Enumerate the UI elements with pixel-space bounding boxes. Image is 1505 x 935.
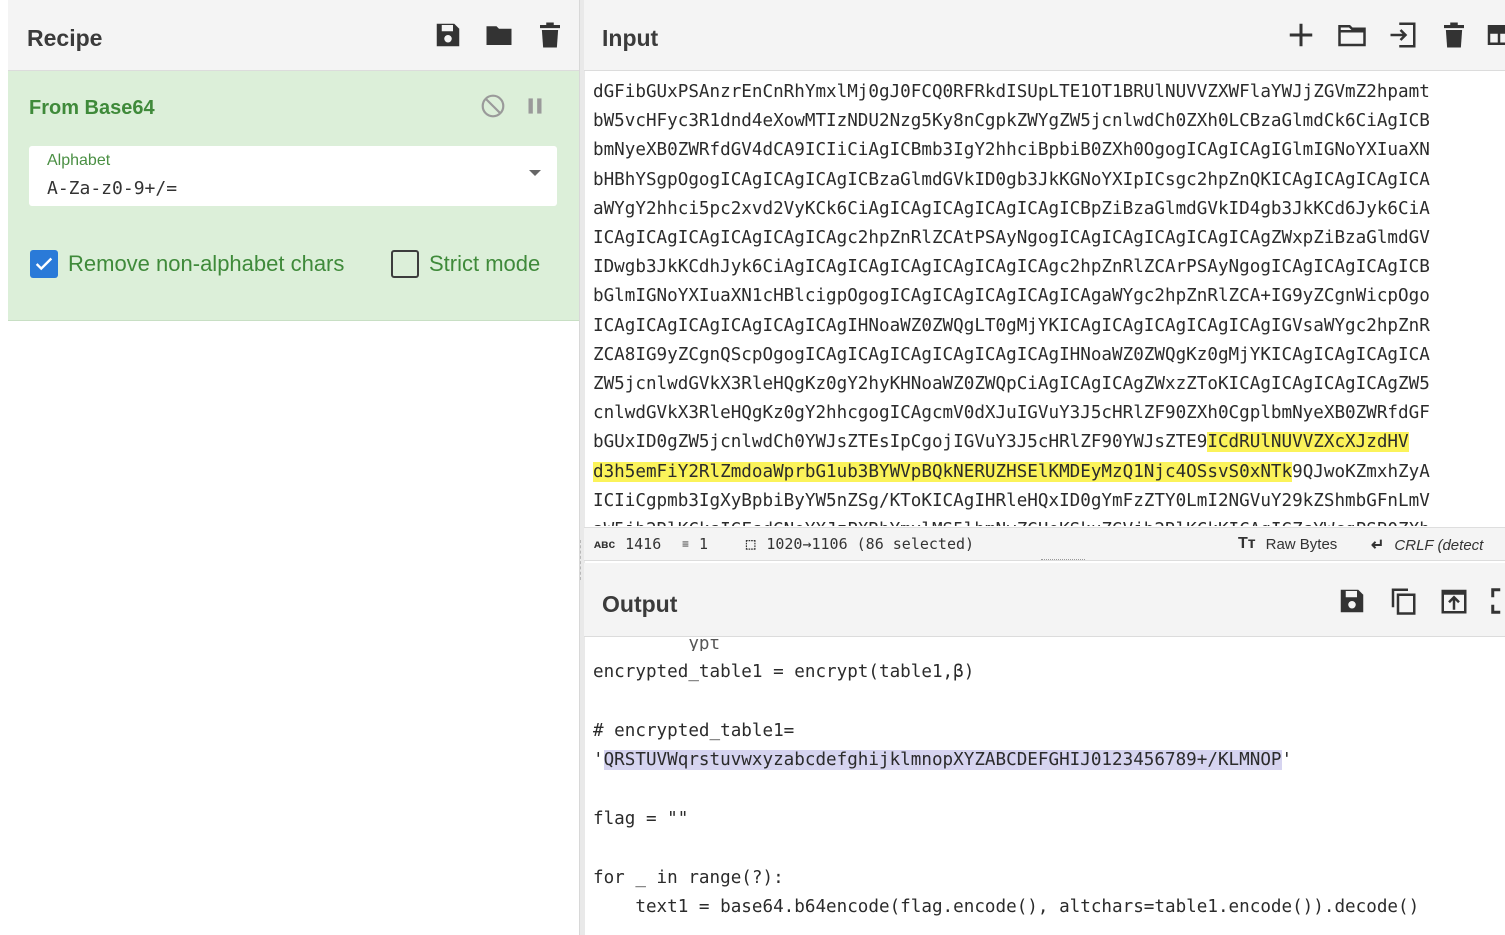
text-format-icon: Tт xyxy=(1238,535,1256,552)
input-panel: Input dGFibGUxPSAnzrEnCnRhYmxlMj0gJ0FCQ0… xyxy=(584,0,1505,561)
from-base64-operation: From Base64 Alphabet A-Za-z0-9+/= Remove… xyxy=(8,71,579,321)
alphabet-label: Alphabet xyxy=(47,152,111,169)
recipe-title: Recipe xyxy=(27,25,103,51)
input-line: ICAgICAgICAgICAgICAgICAgIHNoaWZ0ZWQgLT0g… xyxy=(593,312,1505,341)
input-text-span: ZW5jcnlwdGVkX3RleHQgKz0gY2hyKHNoaWZ0ZWQp… xyxy=(593,374,1430,395)
checkmark-icon xyxy=(35,257,53,271)
save-output-icon[interactable] xyxy=(1336,585,1368,617)
input-text-span: bW5vcHFyc3R1dnd4eXowMTIzNDU2Nzg5Ky8nCgpk… xyxy=(593,111,1430,132)
chevron-down-icon[interactable] xyxy=(529,170,541,176)
input-line: bmNyeXB0ZWRfdGV4dCA9ICIiCiAgICBmb3IgY2hh… xyxy=(593,136,1505,165)
remove-non-alphabet-label: Remove non-alphabet chars xyxy=(68,251,345,276)
selection-icon: ⬚ xyxy=(745,537,757,551)
input-text-span: aWYgY2hhci5pc2xvd2VyKCk6CiAgICAgICAgICAg… xyxy=(593,198,1430,219)
input-line: cnlwdGVkX3RleHQgKz0gY2hhcgogICAgcmV0dXJu… xyxy=(593,399,1505,428)
input-line: aW5jb2RlKCksIGFsdGNoYXJzPXRhYmxlMS5lbmNv… xyxy=(593,516,1505,526)
input-line: d3h5emFiY2RlZmdoaWprbG1ub3BYWVpBQkNERUZH… xyxy=(593,458,1505,487)
input-line: IDwgb3JkKCdhJyk6CiAgICAgICAgICAgICAgICAg… xyxy=(593,253,1505,282)
input-text-span: bGlmIGNoYXIuaXN1cHBlcigpOgogICAgICAgICAg… xyxy=(593,286,1430,307)
input-text-span: bmNyeXB0ZWRfdGV4dCA9ICIiCiAgICBmb3IgY2hh… xyxy=(593,140,1430,161)
output-header: Output xyxy=(584,563,1505,637)
input-line: bGUxID0gZW5jcnlwdCh0YWJsZTEsIpCgojIGVuY3… xyxy=(593,428,1505,457)
output-line-for: for _ in range(?): xyxy=(593,867,784,888)
output-line-flag: flag = "" xyxy=(593,809,689,829)
input-text-span: ICAgICAgICAgICAgICAgICAgIHNoaWZ0ZWQgLT0g… xyxy=(593,315,1430,336)
input-text-span: 9QJwoKZmxhZyA xyxy=(1292,461,1430,482)
input-text-span: ICAgICAgICAgICAgICAgICAgc2hpZnRlZCAtPSAy… xyxy=(593,228,1430,249)
format-button[interactable]: Tт Raw Bytes xyxy=(1238,535,1337,553)
maximise-icon[interactable] xyxy=(1489,585,1505,617)
eol-label: CRLF (detect xyxy=(1394,536,1484,554)
copy-icon[interactable] xyxy=(1387,585,1419,617)
input-textarea[interactable]: dGFibGUxPSAnzrEnCnRhYmxlMj0gJ0FCQ0RFRkdI… xyxy=(593,78,1505,526)
input-line: bW5vcHFyc3R1dnd4eXowMTIzNDU2Nzg5Ky8nCgpk… xyxy=(593,107,1505,136)
operation-title: From Base64 xyxy=(29,97,155,119)
input-header: Input xyxy=(584,0,1505,71)
format-label: Raw Bytes xyxy=(1265,535,1338,553)
input-text-span: bGUxID0gZW5jcnlwdCh0YWJsZTEsIpCgojIGVuY3… xyxy=(593,432,1208,453)
layout-icon[interactable] xyxy=(1484,19,1505,51)
input-line: bGlmIGNoYXIuaXN1cHBlcigpOgogICAgICAgICAg… xyxy=(593,282,1505,311)
strict-mode-option[interactable]: Strict mode xyxy=(391,250,540,278)
input-title: Input xyxy=(602,25,659,51)
input-text-span: aW5jb2RlKCksIGFsdGNoYXJzPXRhYmxlMS5lbmNv… xyxy=(593,520,1430,526)
remove-non-alphabet-option[interactable]: Remove non-alphabet chars xyxy=(30,250,344,278)
remove-non-alphabet-checkbox[interactable] xyxy=(30,250,58,278)
output-line-comment: # encrypted_table1= xyxy=(593,720,795,741)
pause-icon[interactable] xyxy=(522,93,548,119)
input-line: ZW5jcnlwdGVkX3RleHQgKz0gY2hyKHNoaWZ0ZWQp… xyxy=(593,370,1505,399)
input-text-span: IDwgb3JkKCdhJyk6CiAgICAgICAgICAgICAgICAg… xyxy=(593,257,1430,278)
strict-mode-label: Strict mode xyxy=(429,251,541,276)
input-length: 1416 xyxy=(625,535,662,553)
disable-icon[interactable] xyxy=(480,93,506,119)
input-line: aWYgY2hhci5pc2xvd2VyKCk6CiAgICAgICAgICAg… xyxy=(593,195,1505,224)
save-icon[interactable] xyxy=(432,19,464,51)
quote-open: ' xyxy=(593,750,604,771)
input-lines: 1 xyxy=(699,535,709,553)
eol-button[interactable]: ↵ CRLF (detect xyxy=(1371,535,1483,555)
output-line-table: 'QRSTUVWqrstuvwxyzabcdefghijklmnopXYZABC… xyxy=(593,746,1505,775)
alphabet-select[interactable]: Alphabet A-Za-z0-9+/= xyxy=(29,146,557,206)
input-status-bar: ᴀʙᴄ 1416 ≡ 1 ⬚ 1020→1106 (86 selected) T… xyxy=(584,527,1505,561)
output-panel: Output ypt_ encrypted_table1 = encrypt(ta… xyxy=(584,563,1505,935)
clear-input-icon[interactable] xyxy=(1438,19,1470,51)
input-text-span: cnlwdGVkX3RleHQgKz0gY2hhcgogICAgcmV0dXJu… xyxy=(593,403,1430,424)
input-line: ICAgICAgICAgICAgICAgICAgc2hpZnRlZCAtPSAy… xyxy=(593,224,1505,253)
add-input-icon[interactable] xyxy=(1285,19,1317,51)
open-file-icon[interactable] xyxy=(1387,19,1419,51)
input-text-span: dGFibGUxPSAnzrEnCnRhYmxlMj0gJ0FCQ0RFRkdI… xyxy=(593,82,1430,102)
return-arrow-icon: ↵ xyxy=(1371,537,1385,554)
input-selection: 1020→1106 (86 selected) xyxy=(766,535,975,553)
selected-text: QRSTUVWqrstuvwxyzabcdefghijklmnopXYZABCD… xyxy=(603,750,1282,771)
input-line: dGFibGUxPSAnzrEnCnRhYmxlMj0gJ0FCQ0RFRkdI… xyxy=(593,78,1505,107)
alphabet-value: A-Za-z0-9+/= xyxy=(47,178,178,199)
recipe-header: Recipe xyxy=(8,0,579,71)
input-text-span: bHBhYSgpOgogICAgICAgICAgICBzaGlmdGVkID0g… xyxy=(593,169,1430,190)
output-partial-line: ypt_ xyxy=(593,639,731,651)
input-line: bHBhYSgpOgogICAgICAgICAgICBzaGlmdGVkID0g… xyxy=(593,166,1505,195)
replace-input-icon[interactable] xyxy=(1438,585,1470,617)
lines-icon: ≡ xyxy=(682,537,690,551)
output-title: Output xyxy=(602,591,678,617)
strict-mode-checkbox[interactable] xyxy=(391,250,419,278)
input-text-span: ICIiCgpmb3IgXyBpbiByYW5nZSg/KToKICAgIHRl… xyxy=(593,490,1430,511)
trash-icon[interactable] xyxy=(534,19,566,51)
input-line: ZCA8IG9yZCgnQScpOgogICAgICAgICAgICAgICAg… xyxy=(593,341,1505,370)
quote-close: ' xyxy=(1281,750,1293,771)
length-icon: ᴀʙᴄ xyxy=(594,537,616,551)
highlighted-selection: d3h5emFiY2RlZmdoaWprbG1ub3BYWVpBQkNERUZH… xyxy=(593,461,1293,482)
input-line: ICIiCgpmb3IgXyBpbiByYW5nZSg/KToKICAgIHRl… xyxy=(593,487,1505,516)
open-folder-icon[interactable] xyxy=(1336,19,1368,51)
output-line-encrypt: encrypted_table1 = encrypt(table1,β) xyxy=(593,662,975,682)
output-line-text1: text1 = base64.b64encode(flag.encode(), … xyxy=(593,897,1420,918)
recipe-panel: Recipe From Base64 Alphabet A-Za-z0-9+/= xyxy=(0,0,579,935)
highlighted-selection: ICdRUlNUVVZXcXJzdHV xyxy=(1207,432,1409,453)
input-text-span: ZCA8IG9yZCgnQScpOgogICAgICAgICAgICAgICAg… xyxy=(593,344,1430,365)
output-textarea[interactable]: ypt_ encrypted_table1 = encrypt(table1,β)… xyxy=(593,639,1505,935)
folder-icon[interactable] xyxy=(483,19,515,51)
